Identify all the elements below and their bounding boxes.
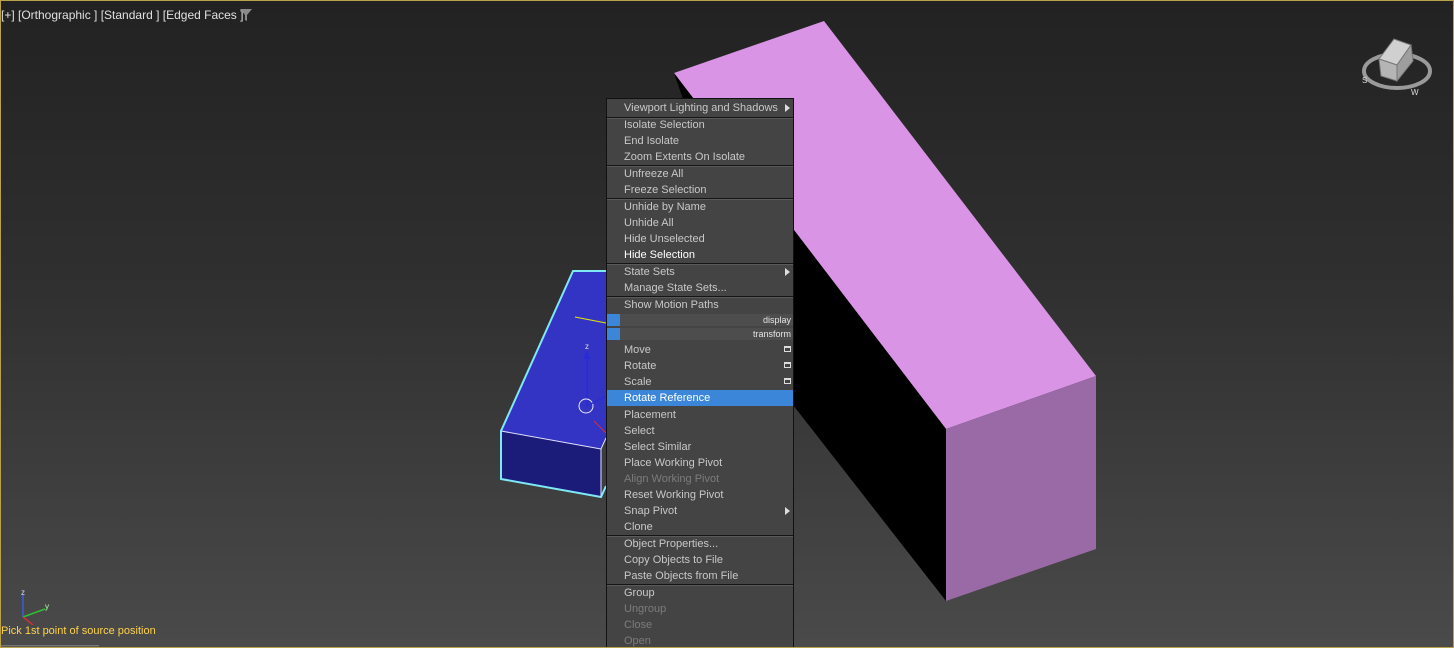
- svg-text:z: z: [21, 589, 25, 597]
- menu-item-label: Snap Pivot: [624, 505, 678, 517]
- window-options-icon[interactable]: [784, 346, 791, 352]
- menu-item-zoom-extents-isolate[interactable]: Zoom Extents On Isolate: [607, 149, 793, 165]
- submenu-arrow-icon: [785, 268, 790, 276]
- menu-item-label: Select: [624, 425, 655, 437]
- menu-item-state-sets[interactable]: State Sets: [607, 264, 793, 280]
- menu-item-label: Hide Selection: [624, 249, 695, 261]
- menu-item-isolate-selection[interactable]: Isolate Selection: [607, 117, 793, 133]
- menu-item-unfreeze-all[interactable]: Unfreeze All: [607, 166, 793, 182]
- menu-item-place-working-pivot[interactable]: Place Working Pivot: [607, 455, 793, 471]
- menu-item-label: Placement: [624, 409, 676, 421]
- quad-header-display[interactable]: display: [607, 314, 793, 326]
- menu-item-manage-state-sets[interactable]: Manage State Sets...: [607, 280, 793, 296]
- viewcube-icon[interactable]: S W: [1359, 31, 1435, 97]
- pivot-gizmo-z-label: z: [585, 342, 589, 351]
- svg-text:W: W: [1411, 88, 1419, 97]
- menu-item-label: Viewport Lighting and Shadows: [624, 102, 778, 114]
- viewport[interactable]: z [+] [Orthographic ] [Standard ] [Edged…: [0, 0, 1454, 648]
- menu-item-hide-selection[interactable]: Hide Selection: [607, 247, 793, 263]
- menu-item-paste-objects-from-file[interactable]: Paste Objects from File: [607, 568, 793, 584]
- menu-item-label: Freeze Selection: [624, 184, 707, 196]
- axis-tripod-icon: z y: [21, 589, 49, 625]
- quad-header-label: transform: [752, 329, 791, 339]
- menu-item-label: Hide Unselected: [624, 233, 705, 245]
- menu-item-placement[interactable]: Placement: [607, 407, 793, 423]
- menu-item-label: Manage State Sets...: [624, 282, 727, 294]
- menu-item-object-properties[interactable]: Object Properties...: [607, 536, 793, 552]
- menu-item-rotate-reference[interactable]: Rotate Reference: [607, 390, 793, 406]
- menu-item-label: End Isolate: [624, 135, 680, 147]
- menu-item-select[interactable]: Select: [607, 423, 793, 439]
- menu-item-label: Open: [624, 635, 651, 647]
- quad-color-swatch: [607, 328, 620, 340]
- menu-item-hide-unselected[interactable]: Hide Unselected: [607, 231, 793, 247]
- menu-item-label: Place Working Pivot: [624, 457, 723, 469]
- menu-item-open: Open: [607, 633, 793, 647]
- menu-item-unhide-all[interactable]: Unhide All: [607, 215, 793, 231]
- menu-item-label: Unhide by Name: [624, 201, 706, 213]
- menu-item-label: Show Motion Paths: [624, 299, 719, 311]
- menu-item-ungroup: Ungroup: [607, 601, 793, 617]
- menu-item-label: Scale: [624, 376, 652, 388]
- menu-item-label: Unhide All: [624, 217, 674, 229]
- menu-item-label: Object Properties...: [624, 538, 719, 550]
- svg-text:S: S: [1362, 76, 1367, 85]
- funnel-icon[interactable]: [239, 8, 253, 22]
- menu-item-unhide-by-name[interactable]: Unhide by Name: [607, 199, 793, 215]
- menu-item-rotate[interactable]: Rotate: [607, 358, 793, 374]
- menu-item-move[interactable]: Move: [607, 342, 793, 358]
- menu-item-label: Ungroup: [624, 603, 667, 615]
- menu-item-label: Align Working Pivot: [624, 473, 720, 485]
- submenu-arrow-icon: [785, 104, 790, 112]
- window-options-icon[interactable]: [784, 362, 791, 368]
- quad-header-label: display: [762, 315, 791, 325]
- menu-item-label: Move: [624, 344, 651, 356]
- quad-menu[interactable]: Viewport Lighting and Shadows Isolate Se…: [606, 98, 794, 647]
- menu-item-align-working-pivot: Align Working Pivot: [607, 471, 793, 487]
- submenu-arrow-icon: [785, 507, 790, 515]
- quad-header-transform[interactable]: transform: [607, 328, 793, 340]
- quad-color-swatch: [607, 314, 620, 326]
- menu-item-freeze-selection[interactable]: Freeze Selection: [607, 182, 793, 198]
- menu-item-label: Rotate Reference: [624, 392, 711, 404]
- menu-item-label: Unfreeze All: [624, 168, 684, 180]
- menu-item-label: Copy Objects to File: [624, 554, 724, 566]
- menu-item-clone[interactable]: Clone: [607, 519, 793, 535]
- menu-item-label: Isolate Selection: [624, 119, 705, 131]
- menu-item-label: Close: [624, 619, 653, 631]
- menu-item-label: Reset Working Pivot: [624, 489, 724, 501]
- menu-item-label: Zoom Extents On Isolate: [624, 151, 746, 163]
- menu-item-scale[interactable]: Scale: [607, 374, 793, 390]
- status-prompt: Pick 1st point of source position: [1, 625, 156, 637]
- menu-item-reset-working-pivot[interactable]: Reset Working Pivot: [607, 487, 793, 503]
- menu-item-label: Clone: [624, 521, 653, 533]
- menu-item-copy-objects-to-file[interactable]: Copy Objects to File: [607, 552, 793, 568]
- menu-item-label: Group: [624, 587, 655, 599]
- menu-item-label: Select Similar: [624, 441, 692, 453]
- menu-item-label: Paste Objects from File: [624, 570, 739, 582]
- menu-item-show-motion-paths[interactable]: Show Motion Paths: [607, 297, 793, 313]
- menu-item-label: Rotate: [624, 360, 657, 372]
- blue-box-top-face[interactable]: [501, 271, 606, 449]
- menu-item-snap-pivot[interactable]: Snap Pivot: [607, 503, 793, 519]
- viewport-label[interactable]: [+] [Orthographic ] [Standard ] [Edged F…: [1, 8, 243, 22]
- menu-item-label: State Sets: [624, 266, 675, 278]
- menu-item-group[interactable]: Group: [607, 585, 793, 601]
- svg-text:y: y: [45, 602, 49, 611]
- menu-item-close: Close: [607, 617, 793, 633]
- menu-item-select-similar[interactable]: Select Similar: [607, 439, 793, 455]
- menu-item-viewport-lighting[interactable]: Viewport Lighting and Shadows: [607, 100, 793, 116]
- window-options-icon[interactable]: [784, 378, 791, 384]
- menu-item-end-isolate[interactable]: End Isolate: [607, 133, 793, 149]
